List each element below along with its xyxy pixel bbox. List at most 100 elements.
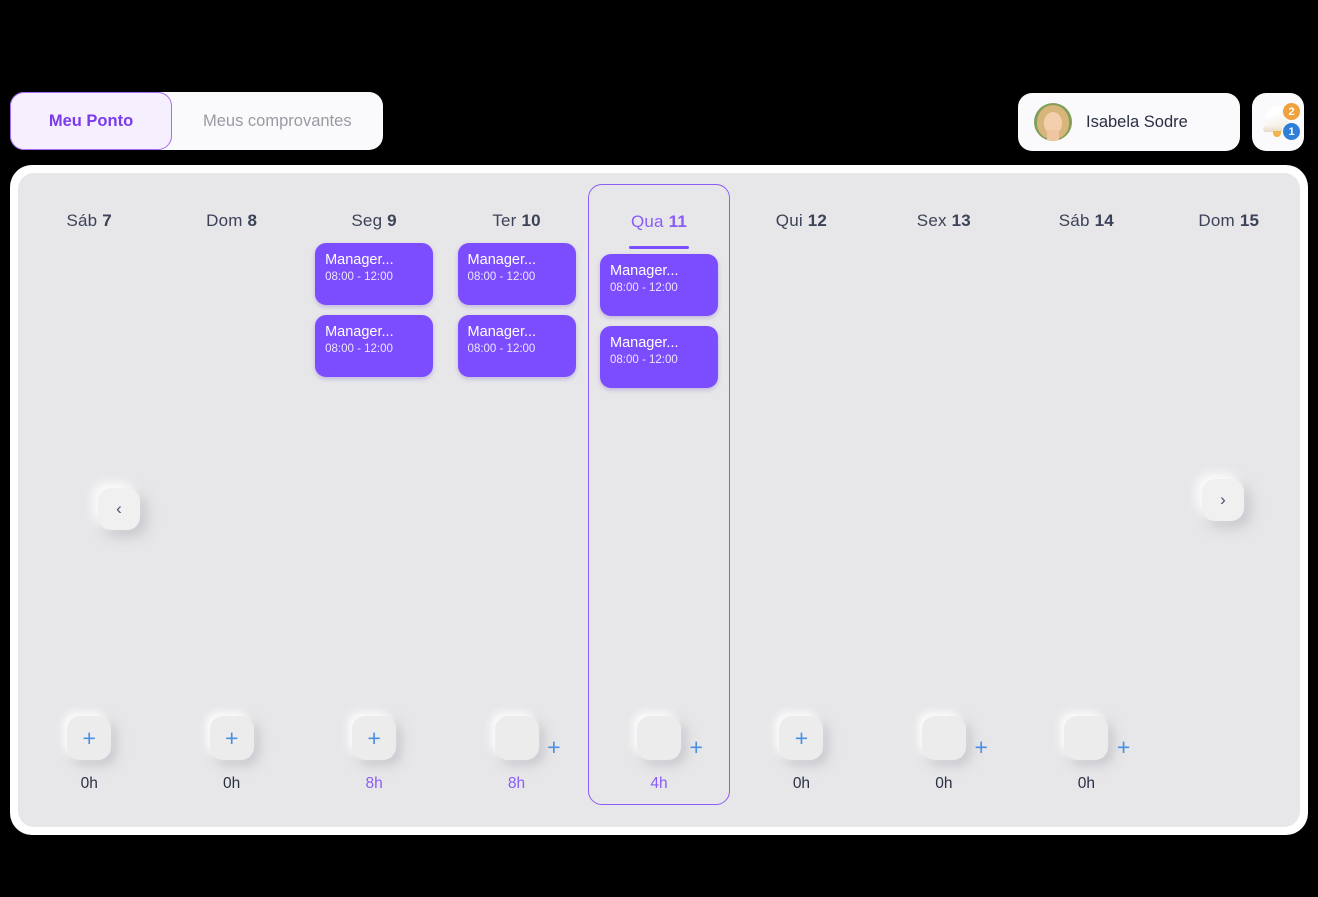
day-totals-row: ++0h++0h++8h++8h++4h++0h++0h++0h: [18, 715, 1300, 793]
shift-title: Manager...: [325, 252, 394, 268]
add-entry-row: ++: [755, 715, 847, 761]
calendar-week-view: Sáb 7 Dom 8 Seg 9 Manager... 08:00 - 12:00 Ma…: [18, 173, 1300, 827]
day-weekday: Qua: [630, 212, 664, 231]
day-events: Manager... 08:00 - 12:00 Manager... 08:00 -…: [303, 243, 445, 377]
day-number: 9: [387, 211, 397, 230]
shift-title: Manager...: [467, 252, 537, 268]
add-entry-button[interactable]: +: [67, 716, 112, 760]
shift-time: 08:00 - 12:00: [609, 282, 678, 294]
notification-badge-secondary: 1: [1282, 122, 1301, 141]
day-number: 13: [951, 211, 971, 230]
day-events: Manager... 08:00 - 12:00 Manager... 08:00 -…: [445, 243, 587, 377]
day-total-cell: ++0h: [873, 715, 1015, 793]
add-entry-button[interactable]: +: [921, 716, 966, 760]
day-total-cell: ++ 0h: [730, 715, 872, 793]
plus-icon[interactable]: +: [547, 736, 560, 759]
next-week-button[interactable]: ›: [1202, 479, 1244, 521]
day-weekday: Dom: [1198, 211, 1235, 230]
day-number: 15: [1239, 211, 1260, 230]
day-number: 11: [668, 212, 688, 231]
shift-card[interactable]: Manager... 08:00 - 12:00: [599, 326, 718, 388]
tab-meus-comprovantes[interactable]: Meus comprovantes: [172, 92, 383, 150]
day-total-hours: 0h: [792, 775, 811, 792]
day-weekday: Qui: [775, 211, 803, 230]
top-bar: Meu Ponto Meus comprovantes Isabela Sodre…: [0, 92, 1318, 154]
day-weekday: Sáb: [66, 211, 98, 230]
add-entry-button[interactable]: +: [1064, 716, 1109, 760]
avatar: [1034, 103, 1072, 141]
shift-card[interactable]: Manager... 08:00 - 12:00: [315, 315, 434, 377]
plus-icon[interactable]: +: [1117, 736, 1130, 759]
plus-icon: +: [82, 724, 96, 751]
user-profile-button[interactable]: Isabela Sodre: [1018, 93, 1240, 151]
add-entry-button[interactable]: +: [209, 716, 254, 760]
day-total-hours: 0h: [80, 775, 98, 792]
add-entry-row: ++: [328, 715, 420, 761]
notifications-button[interactable]: 2 1: [1252, 93, 1304, 151]
shift-title: Manager...: [609, 263, 679, 279]
day-total-cell: ++0h: [1015, 715, 1157, 793]
plus-icon[interactable]: +: [974, 736, 987, 759]
shift-title: Manager...: [467, 324, 537, 340]
day-weekday: Dom: [206, 211, 243, 230]
day-total-cell: ++ 0h: [18, 715, 160, 793]
shift-time: 08:00 - 12:00: [325, 271, 393, 283]
shift-card[interactable]: Manager... 08:00 - 12:00: [457, 243, 576, 305]
add-entry-row: ++: [471, 715, 563, 761]
add-entry-row: ++: [898, 715, 990, 761]
notification-badge-primary: 2: [1282, 102, 1301, 121]
day-number: 12: [807, 211, 828, 230]
day-header: Sáb 7: [66, 211, 111, 231]
chevron-left-icon: ‹: [116, 499, 122, 518]
plus-icon: +: [794, 724, 809, 751]
day-weekday: Ter: [492, 211, 517, 230]
day-header: Qui 12: [776, 211, 827, 231]
plus-icon[interactable]: +: [690, 736, 703, 759]
add-entry-button[interactable]: +: [352, 716, 397, 760]
plus-icon: +: [367, 724, 381, 751]
day-total-cell: ++ 8h: [303, 715, 445, 793]
day-number: 7: [102, 211, 112, 230]
day-weekday: Sex: [916, 211, 947, 230]
day-total-cell: + +4h: [588, 715, 730, 793]
shift-title: Manager...: [325, 324, 394, 340]
user-name: Isabela Sodre: [1086, 112, 1188, 131]
tab-meu-ponto[interactable]: Meu Ponto: [10, 92, 172, 150]
add-entry-row: ++: [43, 715, 135, 761]
add-entry-button[interactable]: +: [636, 716, 681, 760]
shift-time: 08:00 - 12:00: [467, 343, 536, 355]
add-entry-row: ++: [1040, 715, 1132, 761]
day-events: Manager... 08:00 - 12:00 Manager... 08:00 -…: [589, 254, 729, 388]
day-number: 14: [1094, 211, 1114, 230]
shift-card[interactable]: Manager... 08:00 - 12:00: [457, 315, 576, 377]
day-header: Dom 8: [206, 211, 257, 231]
shift-time: 08:00 - 12:00: [609, 354, 678, 366]
shift-title: Manager...: [609, 335, 679, 351]
day-total-hours: 0h: [223, 775, 241, 792]
day-total-cell: ++ 0h: [160, 715, 302, 793]
plus-icon: +: [224, 724, 239, 751]
day-total-hours: 8h: [507, 775, 526, 792]
day-header: Sáb 14: [1059, 211, 1114, 231]
calendar-card: Sáb 7 Dom 8 Seg 9 Manager... 08:00 - 12:00 Ma…: [10, 165, 1308, 835]
add-entry-row: ++: [186, 715, 278, 761]
day-header: Dom 15: [1198, 211, 1259, 231]
day-header: Ter 10: [492, 211, 540, 231]
day-column-11[interactable]: Qua 11 Manager... 08:00 - 12:00 Manager... 0…: [587, 184, 731, 805]
day-total-hours: 4h: [650, 775, 668, 792]
day-total-hours: 8h: [365, 775, 383, 792]
day-total-cell: [1158, 715, 1300, 793]
day-header: Seg 9: [351, 211, 396, 231]
day-header: Sex 13: [917, 211, 971, 231]
shift-card[interactable]: Manager... 08:00 - 12:00: [315, 243, 434, 305]
shift-time: 08:00 - 12:00: [467, 271, 536, 283]
add-entry-button[interactable]: +: [494, 716, 539, 760]
shift-card[interactable]: Manager... 08:00 - 12:00: [599, 254, 718, 316]
bell-icon: 2 1: [1259, 102, 1301, 142]
day-number: 10: [521, 211, 541, 230]
day-weekday: Seg: [351, 211, 383, 230]
tab-bar: Meu Ponto Meus comprovantes: [10, 92, 383, 150]
chevron-right-icon: ›: [1220, 490, 1226, 509]
previous-week-button[interactable]: ‹: [98, 488, 140, 530]
add-entry-button[interactable]: +: [779, 716, 824, 760]
